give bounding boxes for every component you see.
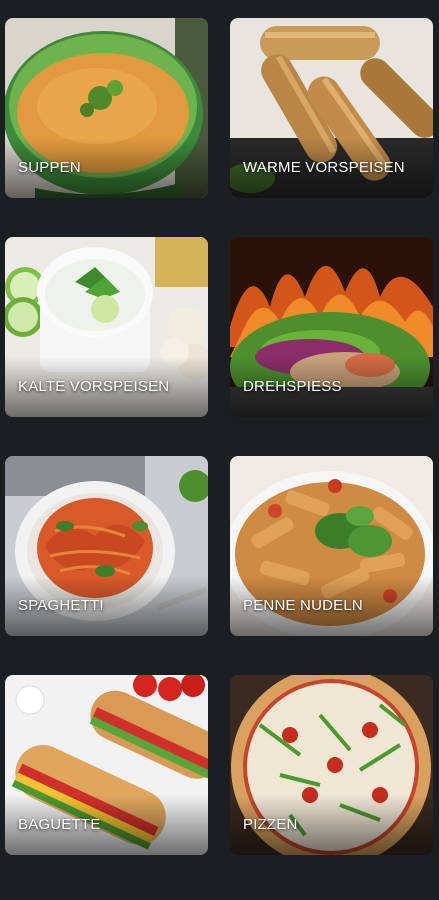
category-label: PIZZEN — [243, 816, 298, 833]
category-label: KALTE VORSPEISEN — [18, 378, 170, 395]
category-card-warme-vorspeisen[interactable]: WARME VORSPEISEN — [230, 18, 433, 198]
category-label: PENNE NUDELN — [243, 597, 363, 614]
category-card-baguette[interactable]: BAGUETTE — [5, 675, 208, 855]
category-label: SUPPEN — [18, 159, 81, 176]
category-card-penne-nudeln[interactable]: PENNE NUDELN — [230, 456, 433, 636]
category-grid: SUPPEN WARME VORSPEISEN KALTE VORSPEISEN… — [0, 0, 439, 900]
category-card-pizzen[interactable]: PIZZEN — [230, 675, 433, 855]
category-card-suppen[interactable]: SUPPEN — [5, 18, 208, 198]
category-label: WARME VORSPEISEN — [243, 159, 405, 176]
category-label: BAGUETTE — [18, 816, 101, 833]
category-label: DREHSPIESS — [243, 378, 342, 395]
category-label: SPAGHETTI — [18, 597, 104, 614]
category-card-drehspiess[interactable]: DREHSPIESS — [230, 237, 433, 417]
category-card-spaghetti[interactable]: SPAGHETTI — [5, 456, 208, 636]
category-card-kalte-vorspeisen[interactable]: KALTE VORSPEISEN — [5, 237, 208, 417]
